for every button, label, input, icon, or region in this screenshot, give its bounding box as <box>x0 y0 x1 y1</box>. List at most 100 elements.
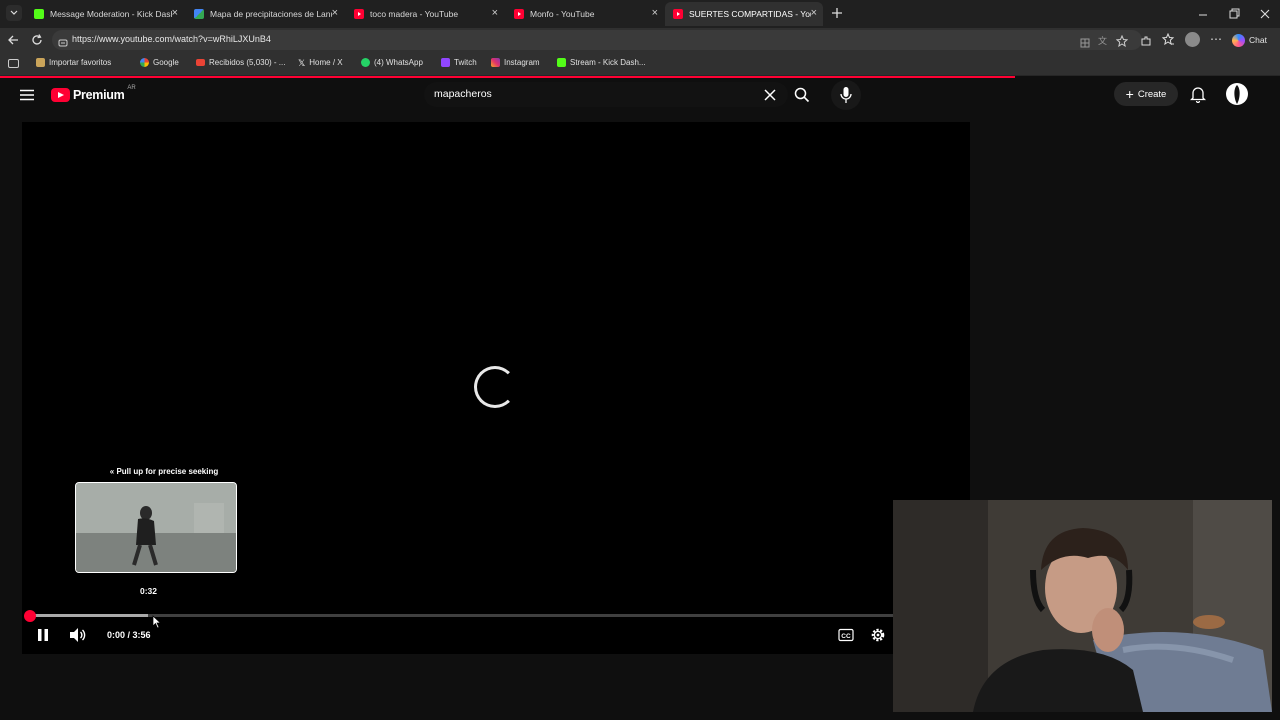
copilot-icon <box>1232 33 1245 47</box>
whatsapp-icon <box>361 58 370 67</box>
app-available-icon[interactable] <box>1080 35 1090 48</box>
address-bar-row: https://www.youtube.com/watch?v=wRhiLJXU… <box>0 28 1280 52</box>
tab-title: Monfo - YouTube <box>530 9 595 19</box>
x-icon: 𝕏 <box>298 58 306 68</box>
tab-title: Message Moderation - Kick Dashb <box>50 9 172 19</box>
seek-hint-text: Pull up for precise seeking <box>116 467 219 476</box>
mouse-cursor-icon <box>152 615 162 629</box>
close-tab-icon[interactable]: × <box>652 7 658 19</box>
bookmark-label: Twitch <box>454 58 477 67</box>
hamburger-menu-icon[interactable] <box>20 88 34 101</box>
instagram-icon <box>491 58 500 67</box>
bookmark-label: Home / X <box>309 58 343 67</box>
gmail-icon <box>196 59 205 66</box>
bookmark-label: Google <box>153 58 179 67</box>
bookmark-twitch[interactable]: Twitch <box>441 58 477 67</box>
restore-window-icon[interactable] <box>1227 7 1241 21</box>
logo-text: Premium <box>73 88 125 102</box>
scrubber-handle[interactable] <box>24 610 36 622</box>
sidebar-toggle-icon[interactable] <box>8 59 19 68</box>
youtube-header: Premium AR mapacheros + Create <box>0 78 1280 116</box>
create-button[interactable]: + Create <box>1114 82 1178 106</box>
search-input[interactable]: mapacheros <box>424 82 788 107</box>
kick-icon <box>34 9 44 19</box>
webcam-feed-image <box>893 500 1272 712</box>
search-query: mapacheros <box>434 88 492 100</box>
new-tab-plus-icon[interactable] <box>830 6 844 20</box>
tab-monfo[interactable]: Monfo - YouTube × <box>506 2 664 26</box>
close-tab-icon[interactable]: × <box>492 7 498 19</box>
webcam-overlay <box>893 500 1272 712</box>
more-menu-icon[interactable]: ⋯ <box>1210 33 1224 47</box>
preview-frame-image <box>76 483 236 572</box>
url-field[interactable]: https://www.youtube.com/watch?v=wRhiLJXU… <box>52 30 1142 50</box>
close-tab-icon[interactable]: × <box>172 7 178 19</box>
kick-icon <box>557 58 566 67</box>
clear-search-icon[interactable] <box>763 88 777 102</box>
minimize-window-icon[interactable] <box>1196 8 1210 20</box>
profile-avatar-icon[interactable] <box>1185 32 1200 47</box>
time-display: 0:00 / 3:56 <box>107 630 151 640</box>
twitch-icon <box>441 58 450 67</box>
url-text: https://www.youtube.com/watch?v=wRhiLJXU… <box>72 34 271 44</box>
seek-preview-thumbnail <box>75 482 237 573</box>
close-tab-icon[interactable]: × <box>811 7 817 19</box>
double-chevron-up-icon: « <box>109 467 115 476</box>
loading-spinner-icon <box>474 366 516 408</box>
tab-kick-moderation[interactable]: Message Moderation - Kick Dashb × <box>26 2 184 26</box>
tab-title: Mapa de precipitaciones de Lanús <box>210 9 332 19</box>
bookmark-label: Stream - Kick Dash... <box>570 58 646 67</box>
precise-seek-hint: « Pull up for precise seeking <box>74 467 254 476</box>
preview-time: 0:32 <box>140 586 158 596</box>
browser-tab-strip: Message Moderation - Kick Dashb × Mapa d… <box>0 0 1280 28</box>
youtube-icon <box>354 9 364 19</box>
youtube-icon <box>673 9 683 19</box>
tab-toco-madera[interactable]: toco madera - YouTube × <box>346 2 504 26</box>
pause-button[interactable] <box>36 628 50 642</box>
bookmark-label: Importar favoritos <box>49 58 112 67</box>
subtitles-cc-button[interactable]: CC <box>838 628 854 642</box>
notifications-bell-icon[interactable] <box>1189 86 1207 104</box>
tab-title: toco madera - YouTube <box>370 9 459 19</box>
plus-icon: + <box>1125 86 1134 102</box>
youtube-icon <box>514 9 524 19</box>
tab-suertes-compartidas[interactable]: SUERTES COMPARTIDAS - YouTube × <box>665 2 823 26</box>
settings-gear-button[interactable] <box>870 627 886 643</box>
tab-list-chevron-icon[interactable] <box>6 5 22 21</box>
bookmark-label: Recibidos (5,030) - ... <box>209 58 286 67</box>
account-avatar[interactable] <box>1226 83 1248 105</box>
translate-icon[interactable]: 文 <box>1098 34 1110 46</box>
voice-search-mic-icon[interactable] <box>831 80 861 110</box>
tab-mapa-precipitaciones[interactable]: Mapa de precipitaciones de Lanús × <box>186 2 344 26</box>
create-label: Create <box>1137 88 1167 100</box>
bookmark-kick-stream[interactable]: Stream - Kick Dash... <box>557 58 646 67</box>
youtube-logo-icon <box>51 88 70 102</box>
bookmark-instagram[interactable]: Instagram <box>491 58 540 67</box>
reload-icon[interactable] <box>30 33 44 47</box>
youtube-premium-logo[interactable]: Premium AR <box>51 85 141 104</box>
gear-icon <box>871 628 885 642</box>
close-window-icon[interactable] <box>1258 7 1272 21</box>
favorite-star-icon[interactable] <box>1115 34 1129 48</box>
site-info-icon[interactable] <box>58 35 68 47</box>
bookmark-google[interactable]: Google <box>140 58 179 67</box>
maps-icon <box>194 9 204 19</box>
volume-icon <box>70 628 86 642</box>
google-icon <box>140 58 149 67</box>
volume-button[interactable] <box>69 627 87 643</box>
bookmark-home-x[interactable]: 𝕏 Home / X <box>298 58 343 68</box>
country-code: AR <box>127 85 136 91</box>
back-arrow-icon[interactable] <box>6 33 20 47</box>
bookmark-importar-favoritos[interactable]: Importar favoritos <box>36 58 111 67</box>
bookmark-label: Instagram <box>504 58 540 67</box>
hover-progress-fill <box>30 614 148 617</box>
svg-text:CC: CC <box>841 633 851 640</box>
search-icon[interactable] <box>794 87 810 103</box>
extensions-icon[interactable] <box>1140 34 1152 46</box>
bookmark-gmail[interactable]: Recibidos (5,030) - ... <box>196 58 285 67</box>
bookmark-whatsapp[interactable]: (4) WhatsApp <box>361 58 423 67</box>
video-player[interactable]: « Pull up for precise seeking 0:32 0:00 … <box>22 122 970 654</box>
copilot-chat-button[interactable]: Chat <box>1232 31 1276 49</box>
close-tab-icon[interactable]: × <box>332 7 338 19</box>
favorites-icon[interactable] <box>1161 32 1175 46</box>
